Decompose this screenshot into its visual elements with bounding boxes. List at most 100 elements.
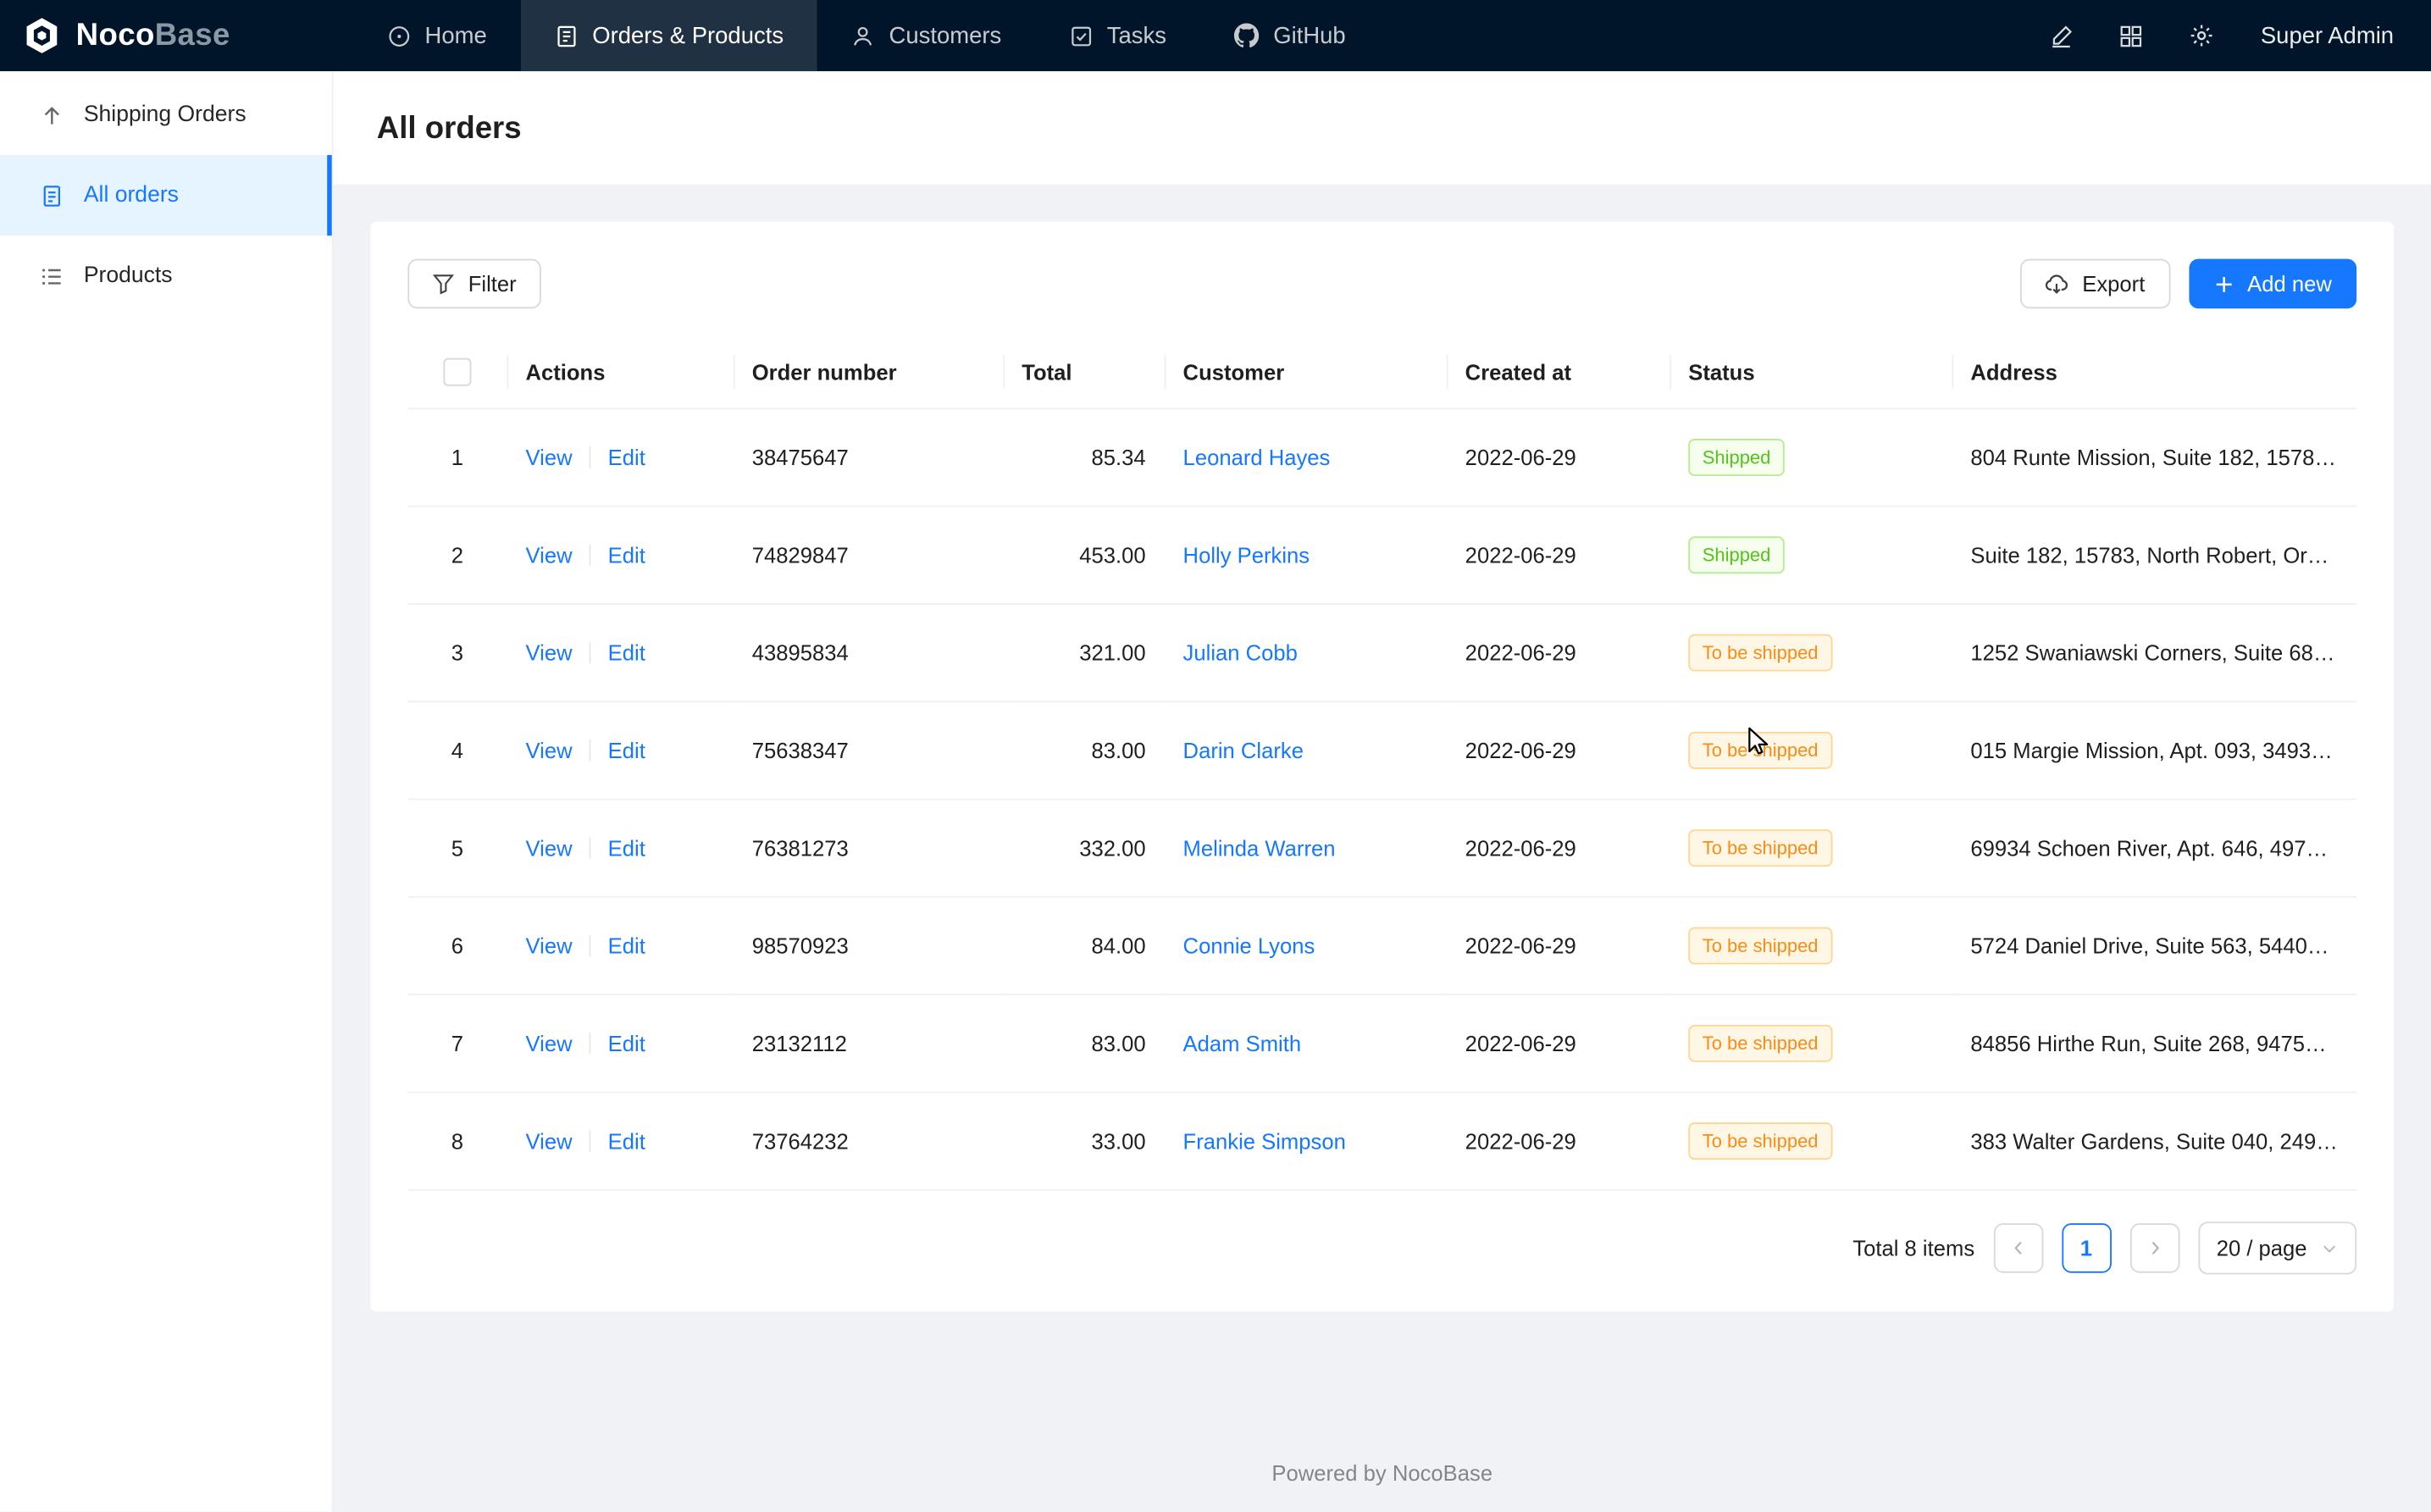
customer-link[interactable]: Holly Perkins — [1183, 543, 1310, 568]
nav-item-tasks[interactable]: Tasks — [1036, 0, 1201, 71]
column-header-actions: Actions — [507, 336, 734, 408]
column-header-label: Total — [1022, 360, 1072, 385]
edit-link[interactable]: Edit — [608, 1031, 645, 1055]
pagination: Total 8 items 1 20 / page — [407, 1221, 2356, 1274]
nav-item-label: Orders & Products — [592, 23, 784, 49]
created-at-cell: 2022-06-29 — [1447, 604, 1670, 701]
sidebar-item-label: All orders — [84, 183, 179, 208]
address-cell: 015 Margie Mission, Apt. 093, 34936, Ebe… — [1952, 701, 2356, 799]
sidebar-item-products[interactable]: Products — [0, 235, 332, 316]
view-link[interactable]: View — [525, 1128, 572, 1153]
nav-item-home[interactable]: Home — [353, 0, 521, 71]
gear-icon[interactable] — [2190, 23, 2214, 47]
address-cell: 1252 Swaniawski Corners, Suite 688, 8137… — [1952, 604, 2356, 701]
select-all-checkbox[interactable] — [443, 358, 471, 386]
status-cell: Shipped — [1670, 408, 1952, 506]
view-link[interactable]: View — [525, 1031, 572, 1055]
address-cell: 383 Walter Gardens, Suite 040, 24947, Be… — [1952, 1092, 2356, 1189]
edit-link[interactable]: Edit — [608, 738, 645, 762]
view-link[interactable]: View — [525, 933, 572, 958]
edit-link[interactable]: Edit — [608, 836, 645, 861]
pagination-total: Total 8 items — [1852, 1236, 1974, 1260]
customer-cell: Darin Clarke — [1165, 701, 1447, 799]
orders-table: ActionsOrder numberTotalCustomerCreated … — [407, 336, 2356, 1191]
status-cell: To be shipped — [1670, 1092, 1952, 1189]
add-new-button[interactable]: Add new — [2189, 259, 2357, 309]
filter-button[interactable]: Filter — [407, 259, 541, 309]
edit-link[interactable]: Edit — [608, 933, 645, 958]
page-number-button[interactable]: 1 — [2062, 1223, 2112, 1273]
customer-link[interactable]: Melinda Warren — [1183, 836, 1336, 861]
app: NocoBase HomeOrders & ProductsCustomersT… — [0, 0, 2431, 1512]
sidebar-item-all-orders[interactable]: All orders — [0, 155, 332, 235]
column-header-order-number: Order number — [734, 336, 1003, 408]
cloud-download-icon — [2045, 272, 2068, 295]
customer-link[interactable]: Connie Lyons — [1183, 933, 1315, 958]
page-size-label: 20 / page — [2217, 1236, 2307, 1260]
github-icon — [1234, 23, 1259, 47]
column-header-created-at: Created at — [1447, 336, 1670, 408]
total-cell: 83.00 — [1003, 701, 1164, 799]
nav-item-label: Home — [425, 23, 487, 49]
column-header-label: Actions — [525, 360, 605, 385]
customer-link[interactable]: Julian Cobb — [1183, 640, 1298, 665]
total-cell: 84.00 — [1003, 897, 1164, 994]
sidebar-item-shipping-orders[interactable]: Shipping Orders — [0, 75, 332, 155]
status-badge: To be shipped — [1688, 1122, 1832, 1160]
status-cell: To be shipped — [1670, 800, 1952, 897]
plus-icon — [2213, 274, 2234, 294]
order-number-cell: 98570923 — [734, 897, 1003, 994]
row-index-cell: 8 — [407, 1092, 507, 1189]
tasks-icon — [1070, 24, 1093, 47]
column-header-label: Address — [1970, 360, 2057, 385]
status-badge: To be shipped — [1688, 829, 1832, 867]
edit-link[interactable]: Edit — [608, 445, 645, 469]
table-row: 4ViewEdit7563834783.00Darin Clarke2022-0… — [407, 701, 2356, 799]
edit-link[interactable]: Edit — [608, 640, 645, 665]
prev-page-button[interactable] — [1993, 1223, 2043, 1273]
view-link[interactable]: View — [525, 836, 572, 861]
nav-item-orders-products[interactable]: Orders & Products — [521, 0, 817, 71]
table-row: 1ViewEdit3847564785.34Leonard Hayes2022-… — [407, 408, 2356, 506]
address-cell: 804 Runte Mission, Suite 182, 15783, Nor… — [1952, 408, 2356, 506]
customer-link[interactable]: Frankie Simpson — [1183, 1128, 1346, 1153]
column-header-label: Order number — [752, 360, 897, 385]
created-at-cell: 2022-06-29 — [1447, 701, 1670, 799]
customer-cell: Frankie Simpson — [1165, 1092, 1447, 1189]
nav-item-github[interactable]: GitHub — [1200, 0, 1380, 71]
edit-link[interactable]: Edit — [608, 543, 645, 568]
content-area: Filter Export Add new — [334, 185, 2431, 1512]
nav-item-customers[interactable]: Customers — [817, 0, 1035, 71]
nocobase-logo[interactable]: NocoBase — [22, 15, 317, 56]
action-divider — [590, 739, 591, 762]
customer-link[interactable]: Darin Clarke — [1183, 738, 1304, 762]
edit-link[interactable]: Edit — [608, 1128, 645, 1153]
view-link[interactable]: View — [525, 738, 572, 762]
page-title: All orders — [377, 112, 2388, 147]
customer-link[interactable]: Adam Smith — [1183, 1031, 1302, 1055]
page-size-select[interactable]: 20 / page — [2198, 1221, 2356, 1274]
table-row: 2ViewEdit74829847453.00Holly Perkins2022… — [407, 507, 2356, 604]
card-toolbar: Filter Export Add new — [407, 259, 2356, 309]
view-link[interactable]: View — [525, 640, 572, 665]
customer-link[interactable]: Leonard Hayes — [1183, 445, 1331, 469]
created-at-cell: 2022-06-29 — [1447, 507, 1670, 604]
status-cell: To be shipped — [1670, 604, 1952, 701]
view-link[interactable]: View — [525, 543, 572, 568]
action-divider — [590, 935, 591, 957]
export-button-label: Export — [2082, 271, 2145, 296]
order-number-cell: 73764232 — [734, 1092, 1003, 1189]
row-index-cell: 1 — [407, 408, 507, 506]
add-new-button-label: Add new — [2247, 271, 2332, 296]
status-badge: To be shipped — [1688, 634, 1832, 672]
sidebar-item-label: Products — [84, 263, 173, 288]
logo-text: NocoBase — [76, 18, 230, 53]
user-menu[interactable]: Super Admin — [2261, 23, 2394, 49]
highlighter-icon[interactable] — [2050, 24, 2073, 47]
grid-icon[interactable] — [2119, 24, 2142, 47]
select-all-header — [407, 336, 507, 408]
next-page-button[interactable] — [2129, 1223, 2179, 1273]
export-button[interactable]: Export — [2020, 259, 2170, 309]
view-link[interactable]: View — [525, 445, 572, 469]
created-at-cell: 2022-06-29 — [1447, 800, 1670, 897]
